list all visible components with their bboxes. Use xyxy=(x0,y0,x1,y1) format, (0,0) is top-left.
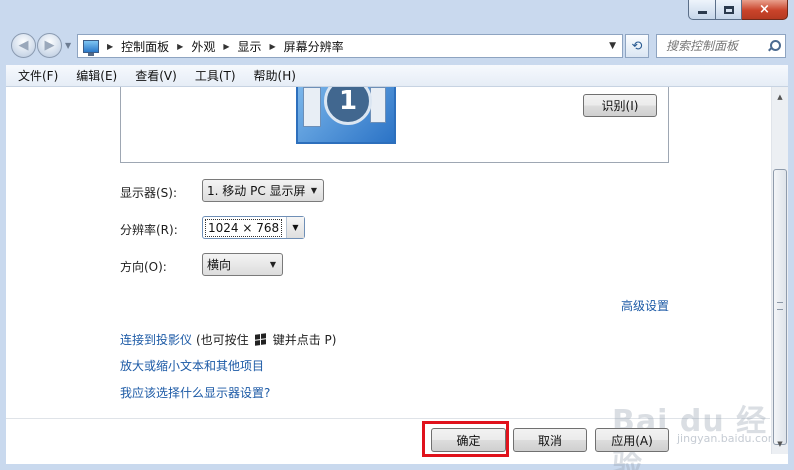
cancel-button[interactable]: 取消 xyxy=(513,428,587,452)
baidu-watermark-url: jingyan.baidu.com xyxy=(677,432,779,445)
breadcrumb-control-panel[interactable]: 控制面板 xyxy=(121,38,169,55)
refresh-button[interactable]: ⟲ xyxy=(625,34,649,58)
close-button[interactable]: × xyxy=(742,0,788,20)
window-controls: × xyxy=(688,0,788,20)
search-input[interactable] xyxy=(657,39,757,53)
recent-pages-chevron-down-icon[interactable]: ▼ xyxy=(65,41,71,50)
display-select-value: 1. 移动 PC 显示屏 xyxy=(207,184,306,198)
resolution-label: 分辨率(R): xyxy=(120,223,178,237)
menu-file[interactable]: 文件(F) xyxy=(12,67,64,84)
chevron-down-icon: ▼ xyxy=(286,217,304,238)
maximize-button[interactable] xyxy=(716,0,742,20)
breadcrumb-screen-resolution[interactable]: 屏幕分辨率 xyxy=(284,38,344,55)
breadcrumb-separator-icon[interactable]: ▶ xyxy=(223,42,229,51)
advanced-settings-link[interactable]: 高级设置 xyxy=(621,297,669,314)
navigation-bar: ◀ ▶ ▼ ▶ 控制面板 ▶ 外观 ▶ 显示 ▶ 屏幕分辨率 ▼ ⟲ xyxy=(0,30,794,62)
monitor-1-preview[interactable]: 1 xyxy=(296,87,396,144)
breadcrumb-appearance[interactable]: 外观 xyxy=(191,38,215,55)
minimize-icon xyxy=(697,11,707,14)
connect-projector-link[interactable]: 连接到投影仪 xyxy=(120,331,192,348)
breadcrumb-separator-icon[interactable]: ▶ xyxy=(270,42,276,51)
back-button[interactable]: ◀ xyxy=(11,33,36,58)
vertical-scrollbar[interactable]: ▲ ▼ xyxy=(771,87,788,454)
breadcrumb-separator-icon[interactable]: ▶ xyxy=(107,42,113,51)
which-settings-link[interactable]: 我应该选择什么显示器设置? xyxy=(120,384,270,401)
monitor-number-badge: 1 xyxy=(324,87,372,125)
menu-view[interactable]: 查看(V) xyxy=(129,67,183,84)
text-size-link[interactable]: 放大或缩小文本和其他项目 xyxy=(120,357,264,374)
resolution-select[interactable]: 1024 × 768 ▼ xyxy=(202,216,305,239)
search-icon[interactable] xyxy=(767,40,781,52)
scrollbar-thumb[interactable] xyxy=(773,169,787,445)
menu-help[interactable]: 帮助(H) xyxy=(248,67,302,84)
address-bar[interactable]: ▶ 控制面板 ▶ 外观 ▶ 显示 ▶ 屏幕分辨率 ▼ xyxy=(77,34,623,58)
search-box[interactable] xyxy=(656,34,786,58)
resolution-select-value: 1024 × 768 xyxy=(205,218,283,237)
orientation-select-value: 横向 xyxy=(207,258,232,272)
apply-button[interactable]: 应用(A) xyxy=(595,428,669,452)
scrollbar-grip-icon xyxy=(777,302,783,310)
forward-arrow-icon: ▶ xyxy=(44,38,55,53)
chevron-down-icon: ▼ xyxy=(269,260,276,269)
control-panel-icon xyxy=(83,39,99,56)
address-history-chevron-down-icon[interactable]: ▼ xyxy=(609,41,616,51)
scroll-up-icon[interactable]: ▲ xyxy=(772,89,788,105)
orientation-label: 方向(O): xyxy=(120,260,167,274)
display-select[interactable]: 1. 移动 PC 显示屏 ▼ xyxy=(202,179,324,202)
ok-button-highlight xyxy=(422,421,509,457)
chevron-down-icon: ▼ xyxy=(310,186,317,195)
projector-hint-suffix: 键并点击 P) xyxy=(272,333,337,347)
window-thumbnail-icon xyxy=(370,87,386,123)
menu-tools[interactable]: 工具(T) xyxy=(189,67,242,84)
refresh-icon: ⟲ xyxy=(631,38,643,54)
windows-logo-icon xyxy=(254,333,266,346)
maximize-icon xyxy=(723,5,734,14)
breadcrumb-display[interactable]: 显示 xyxy=(238,38,262,55)
menu-edit[interactable]: 编辑(E) xyxy=(70,67,123,84)
identify-button[interactable]: 识别(I) xyxy=(583,94,657,117)
projector-shortcut-hint: (也可按住 键并点击 P) xyxy=(196,331,336,348)
minimize-button[interactable] xyxy=(688,0,716,20)
scroll-down-icon[interactable]: ▼ xyxy=(772,436,788,452)
close-icon: × xyxy=(759,2,770,17)
orientation-select[interactable]: 横向 ▼ xyxy=(202,253,283,276)
forward-button[interactable]: ▶ xyxy=(37,33,62,58)
window-thumbnail-icon xyxy=(303,87,321,127)
menu-bar: 文件(F) 编辑(E) 查看(V) 工具(T) 帮助(H) xyxy=(6,65,788,87)
display-label: 显示器(S): xyxy=(120,186,178,200)
breadcrumb-separator-icon[interactable]: ▶ xyxy=(177,42,183,51)
projector-hint-prefix: (也可按住 xyxy=(196,333,249,347)
back-arrow-icon: ◀ xyxy=(18,38,29,53)
